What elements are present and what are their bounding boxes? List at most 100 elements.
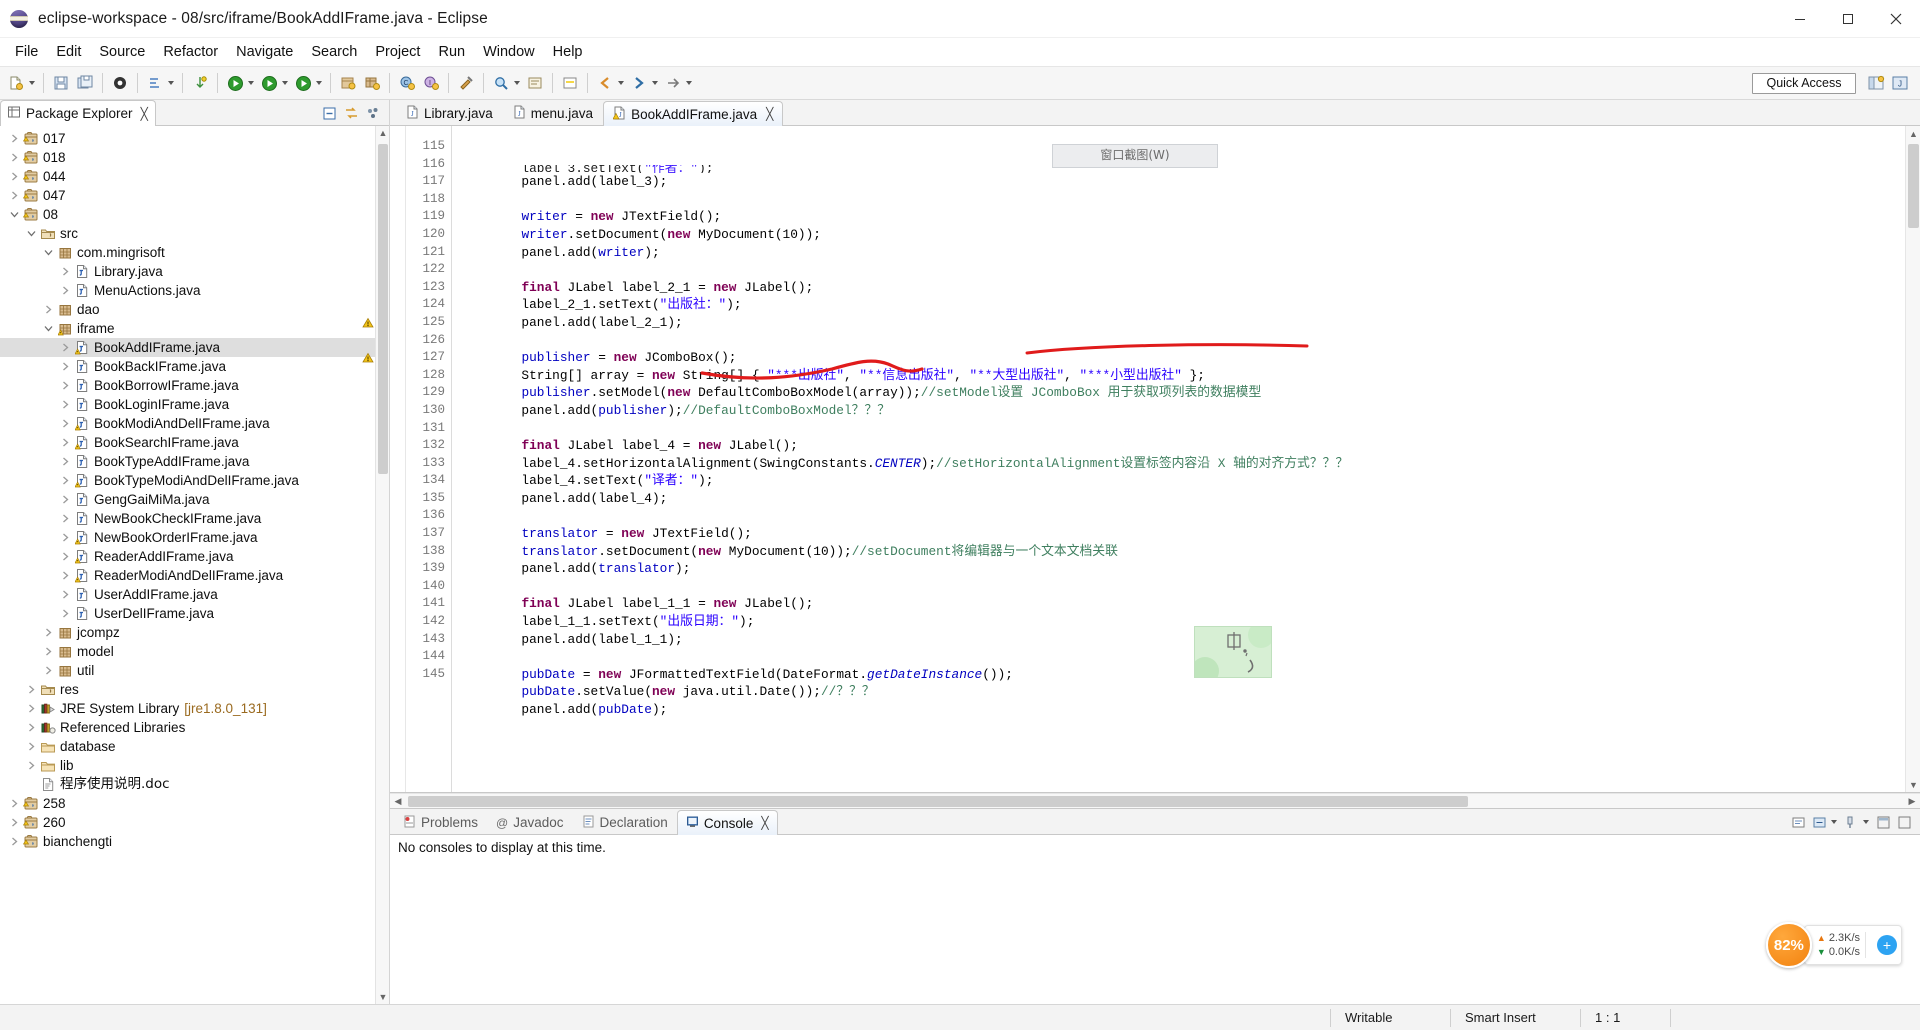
close-button[interactable] bbox=[1872, 0, 1920, 38]
tree-item[interactable]: 260 bbox=[0, 813, 389, 832]
network-percent-badge[interactable]: 82% bbox=[1765, 922, 1812, 968]
previous-annotation-icon[interactable] bbox=[189, 71, 211, 95]
close-icon[interactable]: ╳ bbox=[141, 107, 148, 121]
tree-item[interactable]: NewBookCheckIFrame.java bbox=[0, 509, 389, 528]
next-annotation-icon[interactable] bbox=[144, 71, 166, 95]
chevron-down-icon[interactable] bbox=[6, 210, 22, 219]
menu-edit[interactable]: Edit bbox=[47, 41, 90, 63]
tree-item[interactable]: Referenced Libraries bbox=[0, 718, 389, 737]
tree-scroll-up-arrow[interactable]: ▲ bbox=[376, 126, 389, 140]
chevron-right-icon[interactable] bbox=[57, 609, 73, 618]
chevron-right-icon[interactable] bbox=[57, 495, 73, 504]
collapse-all-icon[interactable] bbox=[319, 103, 339, 123]
chevron-right-icon[interactable] bbox=[6, 191, 22, 200]
coverage-dropdown-arrow[interactable] bbox=[316, 81, 322, 85]
code-editor[interactable]: 115 116 117 118 119 120 121 122 123 124 125 126 127 1… bbox=[362, 126, 1920, 793]
new-file-icon[interactable] bbox=[5, 71, 27, 95]
debug-bug-icon[interactable] bbox=[258, 71, 280, 95]
tab-console[interactable]: Console ╳ bbox=[676, 810, 778, 835]
tab-javadoc[interactable]: @ Javadoc bbox=[487, 810, 572, 835]
tree-item[interactable]: UserDelIFrame.java bbox=[0, 604, 389, 623]
tree-item[interactable]: BookBackIFrame.java bbox=[0, 357, 389, 376]
pin-console-icon[interactable] bbox=[1841, 812, 1861, 832]
last-edit-icon[interactable] bbox=[662, 71, 684, 95]
add-widget-button[interactable]: + bbox=[1877, 935, 1897, 955]
save-icon[interactable] bbox=[50, 71, 72, 95]
save-all-icon[interactable] bbox=[74, 71, 96, 95]
tab-declaration[interactable]: Declaration bbox=[573, 810, 677, 835]
forward-arrow-icon[interactable] bbox=[628, 71, 650, 95]
minimize-button[interactable] bbox=[1776, 0, 1824, 38]
new-package-icon[interactable] bbox=[361, 71, 383, 95]
tree-item[interactable]: MenuActions.java bbox=[0, 281, 389, 300]
chevron-right-icon[interactable] bbox=[40, 647, 56, 656]
editor-hscroll-thumb[interactable] bbox=[408, 796, 1468, 807]
tab-problems[interactable]: Problems bbox=[394, 810, 487, 835]
chevron-right-icon[interactable] bbox=[40, 305, 56, 314]
mark-occurrences-icon[interactable] bbox=[559, 71, 581, 95]
tree-scroll-thumb[interactable] bbox=[378, 144, 388, 474]
tree-item[interactable]: ReaderAddIFrame.java bbox=[0, 547, 389, 566]
editor-marker-bar[interactable] bbox=[390, 126, 406, 792]
chevron-right-icon[interactable] bbox=[57, 514, 73, 523]
tree-item[interactable]: BookLoginIFrame.java bbox=[0, 395, 389, 414]
menu-help[interactable]: Help bbox=[544, 41, 592, 63]
maximize-button[interactable] bbox=[1824, 0, 1872, 38]
open-type-icon[interactable] bbox=[524, 71, 546, 95]
display-console-dropdown-arrow[interactable] bbox=[1831, 820, 1837, 824]
tree-item[interactable]: UserAddIFrame.java bbox=[0, 585, 389, 604]
debug-dropdown-arrow[interactable] bbox=[282, 81, 288, 85]
link-with-editor-icon[interactable] bbox=[341, 103, 361, 123]
tree-item[interactable]: BookTypeAddIFrame.java bbox=[0, 452, 389, 471]
new-class-icon[interactable]: C bbox=[396, 71, 418, 95]
search-dropdown-arrow[interactable] bbox=[514, 81, 520, 85]
close-icon[interactable]: ╳ bbox=[766, 107, 773, 121]
run-dropdown-arrow[interactable] bbox=[248, 81, 254, 85]
maximize-icon[interactable] bbox=[1894, 812, 1914, 832]
quick-access-input[interactable]: Quick Access bbox=[1752, 72, 1856, 94]
tree-item[interactable]: database bbox=[0, 737, 389, 756]
tree-item[interactable]: BookSearchIFrame.java bbox=[0, 433, 389, 452]
chevron-right-icon[interactable] bbox=[57, 419, 73, 428]
chevron-right-icon[interactable] bbox=[57, 343, 73, 352]
chevron-down-icon[interactable] bbox=[40, 324, 56, 333]
chevron-right-icon[interactable] bbox=[57, 362, 73, 371]
chevron-right-icon[interactable] bbox=[6, 153, 22, 162]
chevron-down-icon[interactable] bbox=[23, 229, 39, 238]
coverage-icon[interactable] bbox=[292, 71, 314, 95]
chevron-right-icon[interactable] bbox=[57, 457, 73, 466]
warning-marker-icon[interactable] bbox=[362, 351, 375, 364]
tree-item[interactable]: dao bbox=[0, 300, 389, 319]
new-interface-icon[interactable]: I bbox=[420, 71, 442, 95]
tree-item[interactable]: 程序使用说明.doc bbox=[0, 775, 389, 794]
source-code-text[interactable]: label_3.setText("作者："); panel.add(label_… bbox=[452, 126, 1920, 792]
chevron-right-icon[interactable] bbox=[57, 438, 73, 447]
menu-source[interactable]: Source bbox=[90, 41, 154, 63]
chevron-right-icon[interactable] bbox=[6, 799, 22, 808]
chevron-right-icon[interactable] bbox=[6, 134, 22, 143]
external-tools-icon[interactable] bbox=[455, 71, 477, 95]
tree-scroll-down-arrow[interactable]: ▼ bbox=[376, 990, 389, 1004]
tab-menu-java[interactable]: J menu.java bbox=[503, 101, 603, 126]
last-edit-dropdown-arrow[interactable] bbox=[686, 81, 692, 85]
menu-file[interactable]: File bbox=[6, 41, 47, 63]
chevron-right-icon[interactable] bbox=[57, 533, 73, 542]
chevron-down-icon[interactable] bbox=[40, 248, 56, 257]
tree-item[interactable]: 017 bbox=[0, 129, 389, 148]
menu-run[interactable]: Run bbox=[429, 41, 474, 63]
new-file-dropdown-arrow[interactable] bbox=[29, 81, 35, 85]
chevron-right-icon[interactable] bbox=[23, 742, 39, 751]
console-output-area[interactable]: No consoles to display at this time. bbox=[390, 835, 1920, 1004]
menu-window[interactable]: Window bbox=[474, 41, 544, 63]
chevron-right-icon[interactable] bbox=[23, 685, 39, 694]
tree-item[interactable]: ReaderModiAndDelIFrame.java bbox=[0, 566, 389, 585]
chevron-right-icon[interactable] bbox=[57, 571, 73, 580]
chevron-right-icon[interactable] bbox=[6, 837, 22, 846]
chevron-right-icon[interactable] bbox=[40, 628, 56, 637]
chevron-right-icon[interactable] bbox=[57, 552, 73, 561]
chevron-right-icon[interactable] bbox=[57, 476, 73, 485]
tree-item[interactable]: BookTypeModiAndDelIFrame.java bbox=[0, 471, 389, 490]
tab-bookaddiframe-java[interactable]: J BookAddIFrame.java ╳ bbox=[603, 101, 784, 126]
tree-item[interactable]: 08 bbox=[0, 205, 389, 224]
tree-item[interactable]: lib bbox=[0, 756, 389, 775]
